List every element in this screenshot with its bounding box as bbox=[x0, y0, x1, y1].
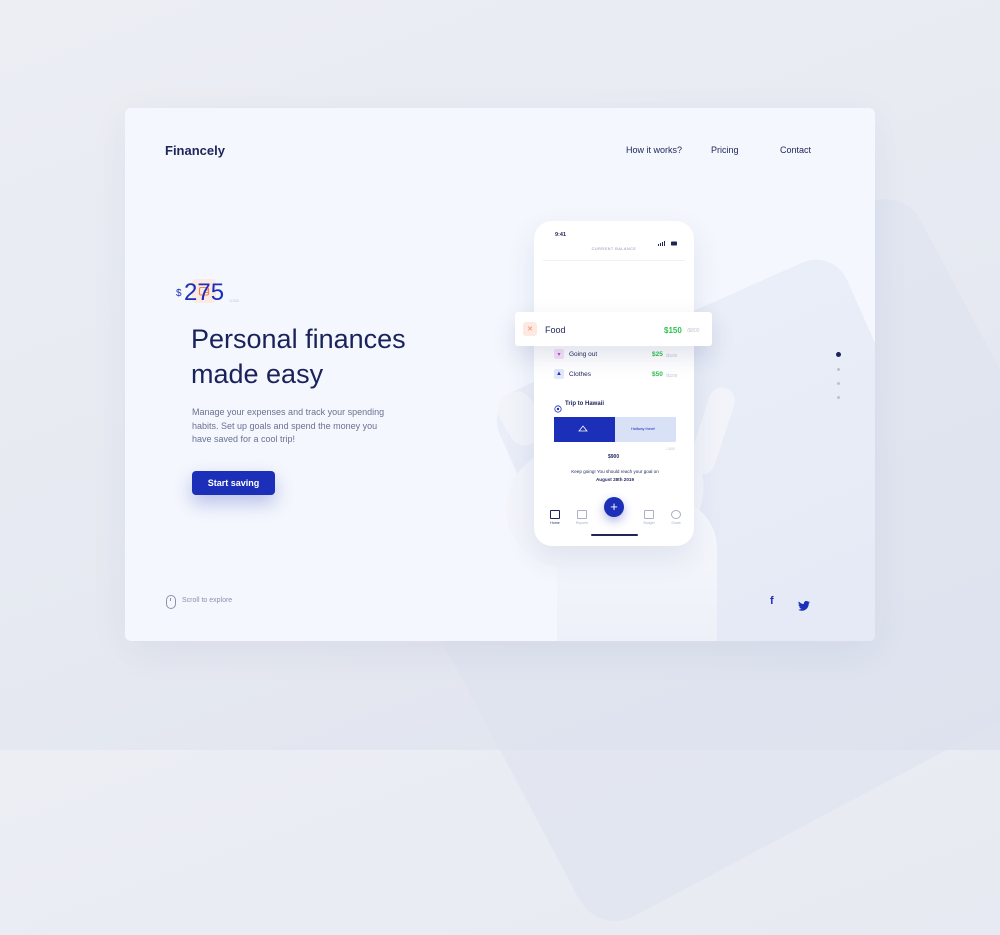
plane-icon bbox=[578, 425, 588, 432]
food-amount: $150 bbox=[664, 326, 682, 335]
row-amount-clothes: $50 bbox=[652, 371, 663, 378]
goal-title: Trip to Hawaii bbox=[565, 401, 605, 407]
hero-title: Personal finances made easy bbox=[191, 322, 471, 392]
goal-bar-note: Halfway there! bbox=[631, 427, 656, 431]
goal-message-line1: Keep going! You should reach your goal o… bbox=[571, 469, 659, 474]
pagination-dot[interactable] bbox=[837, 396, 840, 399]
tab-reports[interactable]: Reports bbox=[570, 510, 594, 525]
row-total-clothes: /$100 bbox=[666, 373, 678, 378]
hero-title-line2: made easy bbox=[191, 359, 324, 389]
scroll-hint[interactable]: Scroll to explore bbox=[182, 597, 232, 604]
mouse-icon bbox=[166, 595, 176, 609]
row-label-clothes: Clothes bbox=[569, 371, 592, 378]
chart-icon bbox=[577, 510, 587, 519]
tab-home[interactable]: Home bbox=[543, 510, 567, 525]
row-label-going-out: Going out bbox=[569, 351, 598, 358]
nav-pricing[interactable]: Pricing bbox=[711, 145, 739, 155]
nav-contact[interactable]: Contact bbox=[780, 145, 811, 155]
balance-sub: /1250 bbox=[229, 298, 240, 303]
tab-goals[interactable]: Goals bbox=[664, 510, 688, 525]
facebook-icon[interactable]: f bbox=[770, 595, 774, 607]
goal-amount: $900 bbox=[608, 454, 620, 460]
pagination-dots bbox=[836, 352, 841, 410]
landing-card: Financely How it works? Pricing Contact … bbox=[125, 108, 875, 641]
start-saving-button[interactable]: Start saving bbox=[192, 471, 275, 495]
nav-how-it-works[interactable]: How it works? bbox=[626, 145, 682, 155]
cocktail-icon: ▾ bbox=[554, 349, 564, 359]
add-button[interactable]: + bbox=[604, 497, 624, 517]
balance-value: 275 bbox=[184, 279, 225, 306]
cutlery-icon: ✕ bbox=[523, 322, 537, 336]
row-amount-going-out: $25 bbox=[652, 351, 663, 358]
row-total-going-out: /$180 bbox=[666, 353, 678, 358]
balance-currency: $ bbox=[176, 288, 182, 299]
goal-progress-fill bbox=[554, 417, 615, 442]
goal-message-date: August 28th 2019 bbox=[595, 477, 635, 482]
goals-icon bbox=[671, 510, 681, 519]
pagination-dot-active[interactable] bbox=[836, 352, 841, 357]
hero-title-line1: Personal finances bbox=[191, 324, 406, 354]
food-label: Food bbox=[545, 325, 566, 335]
home-icon bbox=[550, 510, 560, 519]
hanger-icon: ▲ bbox=[554, 369, 564, 379]
hero-description: Manage your expenses and track your spen… bbox=[192, 407, 385, 444]
tab-budget[interactable]: Budget bbox=[637, 510, 661, 525]
divider bbox=[543, 260, 685, 261]
wallet-tab-icon bbox=[644, 510, 654, 519]
pagination-dot[interactable] bbox=[837, 368, 840, 371]
goal-message: Keep going! You should reach your goal o… bbox=[554, 468, 676, 484]
home-indicator bbox=[591, 534, 638, 536]
goal-max: 1,800 bbox=[666, 447, 675, 451]
target-icon bbox=[554, 400, 562, 418]
status-time: 9:41 bbox=[555, 232, 567, 238]
twitter-icon[interactable] bbox=[798, 598, 810, 616]
pagination-dot[interactable] bbox=[837, 382, 840, 385]
food-total: /$800 bbox=[687, 328, 700, 334]
food-budget-card[interactable]: ✕ Food $150 /$800 bbox=[515, 312, 712, 346]
brand-logo[interactable]: Financely bbox=[165, 143, 225, 158]
balance-label: CURRENT BALANCE bbox=[591, 247, 637, 251]
goal-progress-bar: Halfway there! bbox=[554, 417, 676, 442]
